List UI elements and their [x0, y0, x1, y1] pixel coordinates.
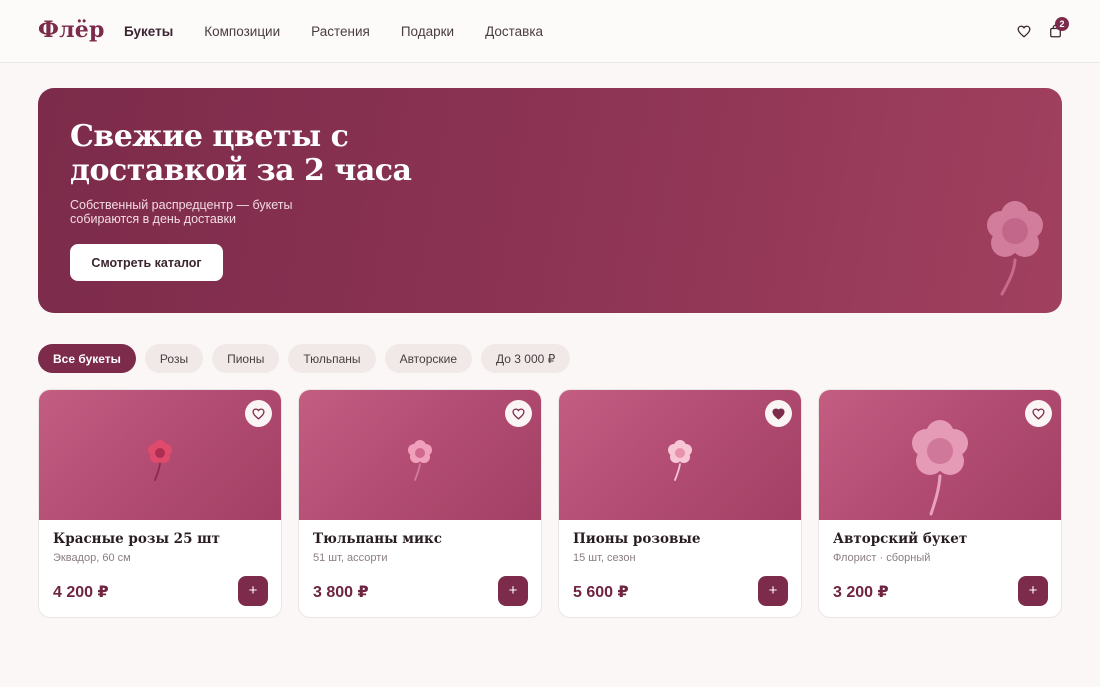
product-price: 5 600 ₽ — [573, 584, 629, 601]
main-nav: Букеты Композиции Растения Подарки Доста… — [124, 24, 574, 39]
cart-count-badge: 2 — [1055, 17, 1069, 31]
logo[interactable]: Флёр — [38, 17, 105, 43]
nav-item-bouquets[interactable]: Букеты — [124, 24, 173, 39]
product-description: 15 шт, сезон — [573, 552, 636, 564]
nav-item-delivery[interactable]: Доставка — [485, 24, 543, 39]
product-card[interactable]: Красные розы 25 шт Эквадор, 60 см 4 200 … — [38, 389, 282, 618]
add-to-cart-button[interactable]: + — [1018, 576, 1048, 606]
product-card[interactable]: Тюльпаны микс 51 шт, ассорти 3 800 ₽ + — [298, 389, 542, 618]
add-to-cart-button[interactable]: + — [238, 576, 268, 606]
favorite-heart-icon[interactable] — [245, 400, 272, 427]
filter-chips: Все букеты Розы Пионы Тюльпаны Авторские… — [38, 344, 579, 373]
hero-banner: Свежие цветы с доставкой за 2 часа Собст… — [38, 88, 1062, 313]
product-name: Тюльпаны микс — [313, 531, 443, 547]
product-name: Красные розы 25 шт — [53, 531, 221, 547]
product-price: 4 200 ₽ — [53, 584, 109, 601]
nav-item-compositions[interactable]: Композиции — [204, 24, 280, 39]
product-card[interactable]: Авторский букет Флорист · сборный 3 200 … — [818, 389, 1062, 618]
product-description: Флорист · сборный — [833, 552, 931, 564]
add-to-cart-button[interactable]: + — [498, 576, 528, 606]
favorite-heart-filled-icon[interactable] — [765, 400, 792, 427]
product-price: 3 200 ₽ — [833, 584, 889, 601]
site-header: Флёр Букеты Композиции Растения Подарки … — [0, 0, 1100, 63]
favorite-heart-icon[interactable] — [505, 400, 532, 427]
filter-roses[interactable]: Розы — [144, 344, 204, 373]
product-description: Эквадор, 60 см — [53, 552, 131, 564]
filter-price-under-3000[interactable]: До 3 000 ₽ — [481, 344, 571, 373]
product-card[interactable]: Пионы розовые 15 шт, сезон 5 600 ₽ + — [558, 389, 802, 618]
favorite-heart-icon[interactable] — [1025, 400, 1052, 427]
flower-illustration-icon — [987, 201, 1043, 296]
product-name: Пионы розовые — [573, 531, 701, 547]
nav-item-gifts[interactable]: Подарки — [401, 24, 454, 39]
view-catalog-button[interactable]: Смотреть каталог — [70, 244, 223, 281]
filter-all-bouquets[interactable]: Все букеты — [38, 344, 136, 373]
add-to-cart-button[interactable]: + — [758, 576, 788, 606]
hero-title: Свежие цветы с доставкой за 2 часа — [70, 119, 412, 188]
filter-peonies[interactable]: Пионы — [212, 344, 280, 373]
product-name: Авторский букет — [833, 531, 968, 547]
favorites-heart-icon[interactable] — [1015, 22, 1033, 40]
product-price: 3 800 ₽ — [313, 584, 369, 601]
product-description: 51 шт, ассорти — [313, 552, 388, 564]
nav-item-plants[interactable]: Растения — [311, 24, 370, 39]
filter-tulips[interactable]: Тюльпаны — [288, 344, 376, 373]
filter-authors[interactable]: Авторские — [384, 344, 473, 373]
hero-subtitle: Собственный распредцентр — букеты собира… — [70, 198, 293, 226]
